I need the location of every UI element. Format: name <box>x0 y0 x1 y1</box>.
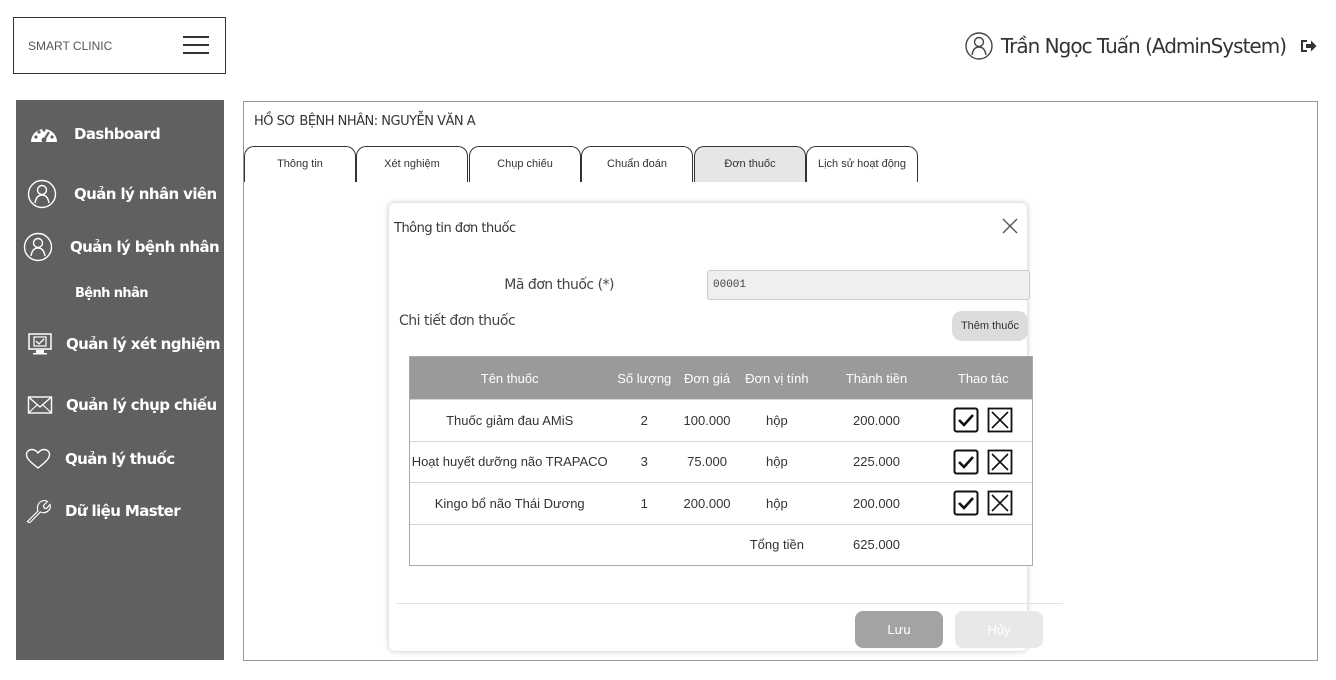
user-icon <box>22 231 54 263</box>
page-title: HỒ SƠ BỆNH NHÂN: NGUYỄN VĂN A <box>254 114 476 129</box>
table-row: Kingo bổ não Thái Dương 1 200.000 hộp 20… <box>410 482 1032 524</box>
sidebar-item-lab[interactable]: Quản lý xét nghiệm <box>24 328 232 360</box>
cancel-button[interactable]: Hủy <box>955 611 1043 648</box>
tab-activity-history[interactable]: Lịch sử hoạt động <box>806 146 918 182</box>
sidebar-item-master-data[interactable]: Dữ liệu Master <box>22 495 230 527</box>
hamburger-menu-icon[interactable] <box>183 36 209 56</box>
confirm-checkbox-icon[interactable] <box>953 490 979 516</box>
sidebar-item-label: Bệnh nhân <box>75 286 149 301</box>
line-total: 225.000 <box>853 454 901 470</box>
column-header: Đơn vị tính <box>745 370 809 386</box>
sidebar-item-patients[interactable]: Quản lý bệnh nhân <box>22 231 230 263</box>
close-icon[interactable] <box>1001 217 1019 235</box>
tab-imaging[interactable]: Chụp chiếu <box>469 146 581 182</box>
table-total-row: Tổng tiền 625.000 <box>410 523 1032 565</box>
unit-price: 200.000 <box>683 495 731 511</box>
quantity: 2 <box>640 412 648 428</box>
confirm-checkbox-icon[interactable] <box>953 407 979 433</box>
monitor-check-icon <box>24 328 56 360</box>
brand-box: SMART CLINIC <box>13 17 226 74</box>
sidebar-item-medicine[interactable]: Quản lý thuốc <box>22 443 230 475</box>
tab-info[interactable]: Thông tin <box>244 146 356 182</box>
delete-box-icon[interactable] <box>987 407 1013 433</box>
column-header: Thành tiền <box>845 370 908 386</box>
unit-price: 75.000 <box>687 454 727 470</box>
delete-box-icon[interactable] <box>987 490 1013 516</box>
tab-diagnosis[interactable]: Chuẩn đoán <box>581 146 693 182</box>
medicine-name: Thuốc giảm đau AMiS <box>446 412 574 428</box>
medicine-name: Hoạt huyết dưỡng não TRAPACO <box>411 454 608 470</box>
prescription-table: Tên thuốc Số lượng Đơn giá Đơn vị tính T… <box>409 356 1033 566</box>
sidebar-item-imaging[interactable]: Quản lý chụp chiếu <box>24 389 232 421</box>
logout-icon[interactable] <box>1298 36 1318 56</box>
line-total: 200.000 <box>853 412 901 428</box>
save-button[interactable]: Lưu <box>855 611 943 648</box>
user-area: Trần Ngọc Tuấn (AdminSystem) <box>965 31 1318 61</box>
unit-price: 100.000 <box>683 412 731 428</box>
table-row: Hoạt huyết dưỡng não TRAPACO 3 75.000 hộ… <box>410 440 1032 482</box>
unit: hộp <box>765 454 788 470</box>
envelope-icon <box>24 389 56 421</box>
total-value: 625.000 <box>853 537 901 553</box>
sidebar-item-label: Quản lý nhân viên <box>74 185 217 203</box>
modal-divider <box>397 603 1063 604</box>
sidebar-item-label: Dữ liệu Master <box>65 502 181 520</box>
sidebar-item-staff[interactable]: Quản lý nhân viên <box>26 178 234 210</box>
table-row: Thuốc giảm đau AMiS 2 100.000 hộp 200.00… <box>410 399 1032 441</box>
confirm-checkbox-icon[interactable] <box>953 449 979 475</box>
column-header: Thao tác <box>957 370 1009 386</box>
prescription-code-input[interactable]: 00001 <box>707 270 1030 300</box>
sidebar-item-label: Quản lý xét nghiệm <box>66 335 221 353</box>
tab-lab[interactable]: Xét nghiệm <box>356 146 468 182</box>
brand-name: SMART CLINIC <box>28 39 113 53</box>
sidebar-item-label: Quản lý chụp chiếu <box>66 396 217 414</box>
table-header: Tên thuốc Số lượng Đơn giá Đơn vị tính T… <box>410 357 1032 399</box>
sidebar: Dashboard Quản lý nhân viên Quản lý bệnh… <box>16 100 224 660</box>
prescription-code-label: Mã đơn thuốc (*) <box>504 277 614 293</box>
wrench-icon <box>22 495 54 527</box>
medicine-name: Kingo bổ não Thái Dương <box>434 495 585 511</box>
user-name[interactable]: Trần Ngọc Tuấn (AdminSystem) <box>1001 34 1287 58</box>
tab-prescription[interactable]: Đơn thuốc <box>694 146 806 182</box>
unit: hộp <box>765 495 788 511</box>
prescription-detail-label: Chi tiết đơn thuốc <box>399 313 516 329</box>
total-label: Tổng tiền <box>749 537 804 553</box>
row-actions <box>934 449 1032 475</box>
prescription-modal: Thông tin đơn thuốc Mã đơn thuốc (*) 000… <box>389 203 1063 651</box>
quantity: 3 <box>640 454 648 470</box>
row-actions <box>934 490 1032 516</box>
user-icon <box>26 178 58 210</box>
delete-box-icon[interactable] <box>987 449 1013 475</box>
sidebar-item-label: Quản lý thuốc <box>65 450 175 468</box>
column-header: Số lượng <box>617 370 672 386</box>
unit: hộp <box>765 412 788 428</box>
heart-icon <box>22 443 54 475</box>
dashboard-icon <box>28 118 60 150</box>
main-panel: HỒ SƠ BỆNH NHÂN: NGUYỄN VĂN A Thông tin … <box>243 101 1318 661</box>
sidebar-item-label: Dashboard <box>74 125 161 143</box>
quantity: 1 <box>640 495 648 511</box>
add-medicine-button[interactable]: Thêm thuốc <box>952 311 1028 341</box>
row-actions <box>934 407 1032 433</box>
sidebar-item-dashboard[interactable]: Dashboard <box>28 118 236 150</box>
column-header: Đơn giá <box>684 370 731 386</box>
line-total: 200.000 <box>853 495 901 511</box>
modal-title: Thông tin đơn thuốc <box>394 221 516 236</box>
user-icon[interactable] <box>965 32 993 60</box>
sidebar-item-label: Quản lý bệnh nhân <box>70 238 220 256</box>
column-header: Tên thuốc <box>480 370 539 386</box>
